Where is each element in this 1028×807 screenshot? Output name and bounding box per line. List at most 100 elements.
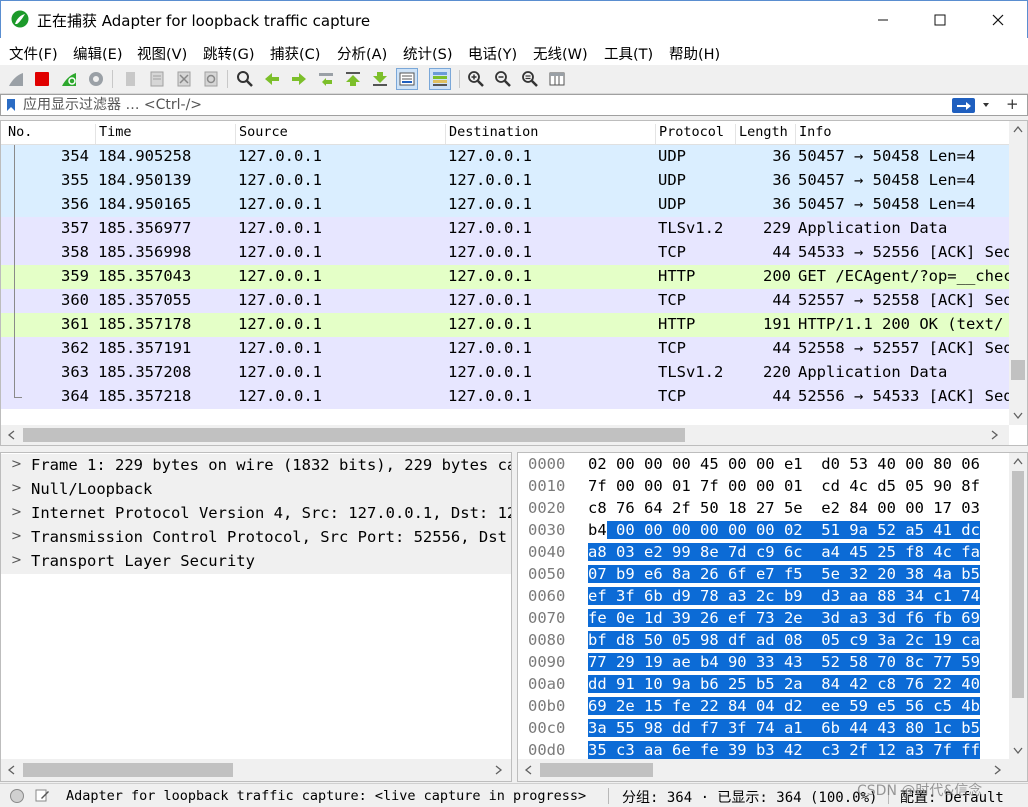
packet-row[interactable]: 359 185.357043 127.0.0.1 127.0.0.1 HTTP 200 GE… bbox=[1, 265, 1009, 289]
stop-capture-button[interactable] bbox=[31, 68, 53, 90]
resize-columns-button[interactable] bbox=[546, 68, 568, 90]
colorize-button[interactable] bbox=[429, 68, 451, 90]
save-file-button[interactable] bbox=[146, 68, 168, 90]
packet-list-vertical-scrollbar[interactable] bbox=[1009, 121, 1027, 425]
column-destination[interactable]: Destination bbox=[445, 124, 538, 144]
menu-edit[interactable]: 编辑(E) bbox=[73, 43, 122, 64]
apply-filter-button[interactable] bbox=[952, 98, 975, 113]
go-back-button[interactable] bbox=[261, 68, 283, 90]
hex-dump-line[interactable]: 0040 a8 03 e2 99 8e 7d c9 6c a4 45 25 f8 … bbox=[518, 542, 1010, 564]
menu-go[interactable]: 跳转(G) bbox=[203, 43, 255, 64]
zoom-out-button[interactable] bbox=[492, 68, 514, 90]
column-source[interactable]: Source bbox=[235, 124, 288, 144]
column-time[interactable]: Time bbox=[95, 124, 132, 144]
add-filter-button[interactable]: + bbox=[1006, 95, 1019, 113]
chevron-down-icon[interactable] bbox=[981, 98, 991, 112]
go-forward-button[interactable] bbox=[288, 68, 310, 90]
menu-analyze[interactable]: 分析(A) bbox=[337, 43, 387, 64]
open-file-button[interactable] bbox=[119, 68, 141, 90]
details-horizontal-scrollbar[interactable] bbox=[1, 759, 511, 781]
scrollbar-thumb[interactable] bbox=[1012, 471, 1024, 698]
menu-view[interactable]: 视图(V) bbox=[137, 43, 187, 64]
bytes-vertical-scrollbar[interactable] bbox=[1009, 453, 1027, 759]
scroll-left-icon[interactable] bbox=[524, 765, 532, 775]
packet-row[interactable]: 361 185.357178 127.0.0.1 127.0.0.1 HTTP 191 HT… bbox=[1, 313, 1009, 337]
column-info[interactable]: Info bbox=[795, 124, 1009, 144]
zoom-in-button[interactable] bbox=[465, 68, 487, 90]
reload-file-button[interactable] bbox=[200, 68, 222, 90]
find-packet-button[interactable] bbox=[234, 68, 256, 90]
expand-arrow-icon[interactable]: > bbox=[11, 505, 22, 520]
scrollbar-thumb[interactable] bbox=[1011, 360, 1025, 381]
hex-dump-line[interactable]: 0090 77 29 19 ae b4 90 33 43 52 58 70 8c … bbox=[518, 652, 1010, 674]
go-first-button[interactable] bbox=[342, 68, 364, 90]
bytes-horizontal-scrollbar[interactable] bbox=[518, 759, 1027, 781]
restart-capture-button[interactable] bbox=[58, 68, 80, 90]
bookmark-icon[interactable] bbox=[6, 98, 16, 112]
column-no[interactable]: No. bbox=[5, 124, 32, 144]
menu-tools[interactable]: 工具(T) bbox=[604, 43, 653, 64]
scrollbar-thumb[interactable] bbox=[23, 428, 685, 442]
capture-options-button[interactable] bbox=[85, 68, 107, 90]
edit-comment-icon[interactable] bbox=[34, 787, 50, 803]
hex-dump-line[interactable]: 0060 ef 3f 6b d9 78 a3 2c b9 d3 aa 88 34 … bbox=[518, 586, 1010, 608]
start-capture-button[interactable] bbox=[5, 68, 27, 90]
close-file-button[interactable] bbox=[173, 68, 195, 90]
display-filter-input[interactable] bbox=[23, 96, 943, 114]
scrollbar-thumb[interactable] bbox=[540, 763, 653, 777]
detail-tree-item[interactable]: > Null/Loopback bbox=[1, 478, 511, 502]
expert-info-indicator[interactable] bbox=[10, 789, 24, 803]
menu-capture[interactable]: 捕获(C) bbox=[270, 43, 320, 64]
expand-arrow-icon[interactable]: > bbox=[11, 481, 22, 496]
expand-arrow-icon[interactable]: > bbox=[11, 457, 22, 472]
scroll-down-icon[interactable] bbox=[1013, 412, 1023, 420]
column-protocol[interactable]: Protocol bbox=[655, 124, 724, 144]
detail-tree-item[interactable]: > Frame 1: 229 bytes on wire (1832 bits),… bbox=[1, 454, 511, 478]
minimize-button[interactable] bbox=[854, 1, 912, 38]
scroll-left-icon[interactable] bbox=[7, 765, 15, 775]
close-button[interactable] bbox=[969, 1, 1027, 38]
detail-tree-item[interactable]: > Transport Layer Security bbox=[1, 550, 511, 574]
menu-help[interactable]: 帮助(H) bbox=[669, 43, 720, 64]
hex-dump-line[interactable]: 0000 02 00 00 00 45 00 00 e1 d0 53 40 00 … bbox=[518, 454, 1010, 476]
go-last-button[interactable] bbox=[369, 68, 391, 90]
packet-row[interactable]: 362 185.357191 127.0.0.1 127.0.0.1 TCP 44 5255… bbox=[1, 337, 1009, 361]
scroll-down-icon[interactable] bbox=[1013, 747, 1023, 755]
detail-tree-item[interactable]: > Internet Protocol Version 4, Src: 127.0… bbox=[1, 502, 511, 526]
scroll-up-icon[interactable] bbox=[1013, 125, 1023, 133]
scroll-right-icon[interactable] bbox=[495, 765, 503, 775]
packet-list-horizontal-scrollbar[interactable] bbox=[1, 425, 1009, 445]
menu-wireless[interactable]: 无线(W) bbox=[533, 43, 588, 64]
hex-dump-line[interactable]: 0020 c8 76 64 2f 50 18 27 5e e2 84 00 00 … bbox=[518, 498, 1010, 520]
packet-row[interactable]: 358 185.356998 127.0.0.1 127.0.0.1 TCP 44 5453… bbox=[1, 241, 1009, 265]
expand-arrow-icon[interactable]: > bbox=[11, 529, 22, 544]
hex-dump-line[interactable]: 0080 bf d8 50 05 98 df ad 08 05 c9 3a 2c … bbox=[518, 630, 1010, 652]
scroll-right-icon[interactable] bbox=[991, 430, 999, 440]
packet-row[interactable]: 356 184.950165 127.0.0.1 127.0.0.1 UDP 36 5045… bbox=[1, 193, 1009, 217]
packet-row[interactable]: 357 185.356977 127.0.0.1 127.0.0.1 TLSv1.2 22… bbox=[1, 217, 1009, 241]
menu-statistics[interactable]: 统计(S) bbox=[403, 43, 453, 64]
scroll-right-icon[interactable] bbox=[994, 765, 1002, 775]
expand-arrow-icon[interactable]: > bbox=[11, 553, 22, 568]
packet-row[interactable]: 360 185.357055 127.0.0.1 127.0.0.1 TCP 44 5255… bbox=[1, 289, 1009, 313]
scrollbar-thumb[interactable] bbox=[23, 763, 233, 777]
packet-row[interactable]: 364 185.357218 127.0.0.1 127.0.0.1 TCP 44 5255… bbox=[1, 385, 1009, 409]
hex-dump-line[interactable]: 00c0 3a 55 98 dd f7 3f 74 a1 6b 44 43 80 … bbox=[518, 718, 1010, 740]
scroll-up-icon[interactable] bbox=[1013, 457, 1023, 465]
detail-tree-item[interactable]: > Transmission Control Protocol, Src Port… bbox=[1, 526, 511, 550]
hex-dump-line[interactable]: 00b0 69 2e 15 fe 22 84 04 d2 ee 59 e5 56 … bbox=[518, 696, 1010, 718]
menu-telephony[interactable]: 电话(Y) bbox=[468, 43, 517, 64]
packet-row[interactable]: 363 185.357208 127.0.0.1 127.0.0.1 TLSv1.2 22… bbox=[1, 361, 1009, 385]
maximize-button[interactable] bbox=[911, 1, 969, 38]
packet-row[interactable]: 354 184.905258 127.0.0.1 127.0.0.1 UDP 36 5045… bbox=[1, 145, 1009, 169]
hex-dump-line[interactable]: 00a0 dd 91 10 9a b6 25 b5 2a 84 42 c8 76 … bbox=[518, 674, 1010, 696]
scroll-left-icon[interactable] bbox=[7, 430, 15, 440]
hex-dump-line[interactable]: 0050 07 b9 e6 8a 26 6f e7 f5 5e 32 20 38 … bbox=[518, 564, 1010, 586]
hex-dump-line[interactable]: 0030 b4 00 00 00 00 00 00 02 51 9a 52 a5 … bbox=[518, 520, 1010, 542]
packet-row[interactable]: 355 184.950139 127.0.0.1 127.0.0.1 UDP 36 5045… bbox=[1, 169, 1009, 193]
zoom-reset-button[interactable] bbox=[519, 68, 541, 90]
hex-dump-line[interactable]: 0070 fe 0e 1d 39 26 ef 73 2e 3d a3 3d f6 … bbox=[518, 608, 1010, 630]
menu-file[interactable]: 文件(F) bbox=[9, 43, 58, 64]
auto-scroll-button[interactable] bbox=[396, 68, 418, 90]
go-to-packet-button[interactable] bbox=[315, 68, 337, 90]
